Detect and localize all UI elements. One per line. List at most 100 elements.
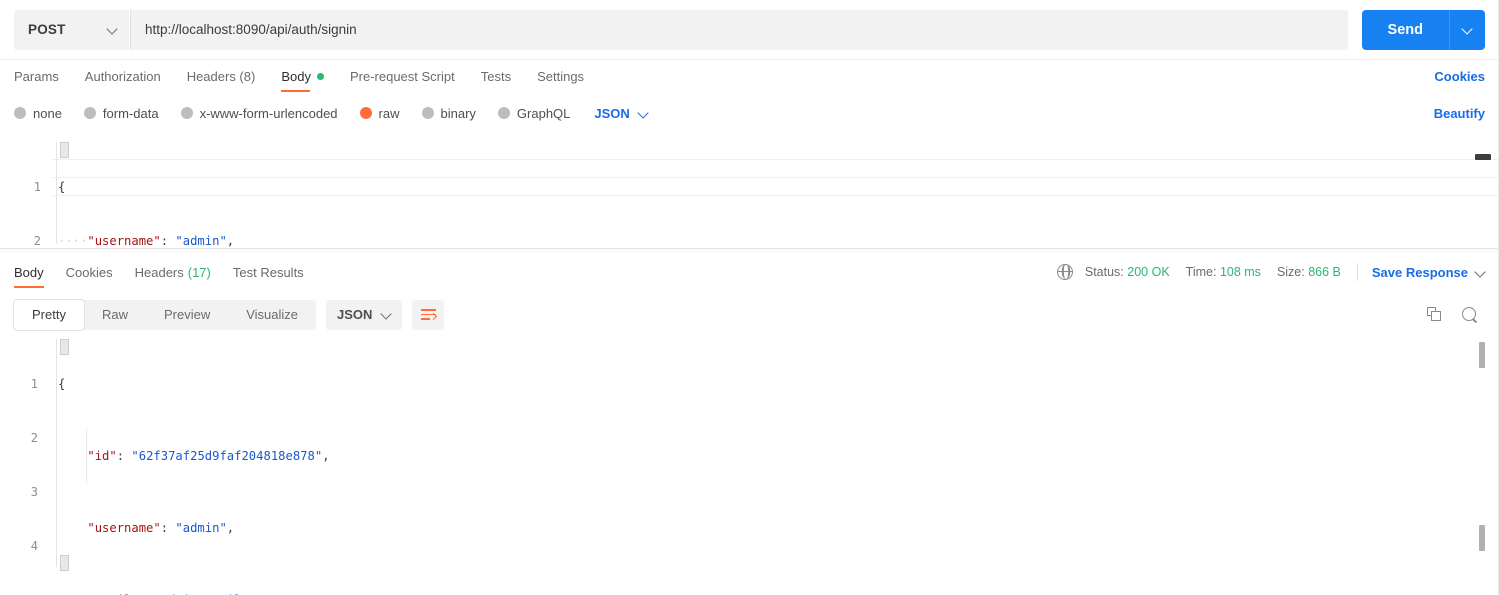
view-raw[interactable]: Raw bbox=[84, 300, 146, 330]
response-meta: Status: 200 OK Time: 108 ms Size: 866 B … bbox=[1056, 263, 1485, 281]
line-number: 2 bbox=[30, 431, 38, 445]
request-tabs: Params Authorization Headers (8) Body Pr… bbox=[0, 60, 1499, 92]
radio-icon bbox=[180, 107, 193, 119]
chevron-down-icon bbox=[382, 310, 391, 319]
code-token: , bbox=[226, 234, 235, 248]
json-value: "admin" bbox=[175, 521, 227, 535]
view-preview[interactable]: Preview bbox=[146, 300, 228, 330]
headers-count: (17) bbox=[187, 264, 211, 280]
response-format-label: JSON bbox=[337, 307, 373, 322]
tab-label: Headers (8) bbox=[186, 68, 256, 84]
globe-icon bbox=[1056, 264, 1073, 280]
fold-guide bbox=[56, 142, 57, 244]
tab-params[interactable]: Params bbox=[14, 60, 59, 92]
status-item: Status: 200 OK bbox=[1085, 265, 1170, 279]
body-format-select[interactable]: JSON bbox=[594, 106, 647, 121]
json-key: "username" bbox=[87, 521, 161, 535]
tab-label: Cookies bbox=[65, 264, 113, 280]
response-gutter: 1 2 3 4 5 6 7 8 9 10 11 12 bbox=[0, 339, 48, 595]
http-method-select[interactable]: POST bbox=[14, 9, 129, 50]
code-token: : bbox=[116, 449, 132, 463]
time-item: Time: 108 ms bbox=[1186, 265, 1261, 279]
beautify-link[interactable]: Beautify bbox=[1434, 106, 1485, 121]
request-editor-code[interactable]: { ····"username": "admin", ····"password… bbox=[58, 142, 1469, 248]
body-type-x-www-form-urlencoded[interactable]: x-www-form-urlencoded bbox=[180, 106, 338, 121]
tab-label: Test Results bbox=[232, 264, 304, 280]
radio-label: none bbox=[33, 105, 62, 121]
copy-response-button[interactable] bbox=[1419, 300, 1449, 330]
code-line: "username": "admin", bbox=[58, 519, 1469, 537]
radio-label: GraphQL bbox=[516, 105, 571, 121]
body-type-binary[interactable]: binary bbox=[421, 106, 476, 121]
view-visualize[interactable]: Visualize bbox=[228, 300, 316, 330]
response-tab-cookies[interactable]: Cookies bbox=[66, 256, 113, 288]
response-scrollbar-thumb-bottom[interactable] bbox=[1479, 525, 1485, 551]
response-scrollbar-thumb-top[interactable] bbox=[1479, 342, 1485, 368]
code-token: , bbox=[322, 449, 330, 463]
tab-label: Tests bbox=[480, 68, 512, 84]
tab-label: Pre-request Script bbox=[349, 68, 455, 84]
tab-settings[interactable]: Settings bbox=[537, 60, 584, 92]
line-number: 2 bbox=[33, 234, 41, 248]
code-token: : bbox=[160, 234, 176, 248]
response-view-toolbar: Pretty Raw Preview Visualize JSON bbox=[0, 292, 1499, 337]
cookies-link[interactable]: Cookies bbox=[1434, 69, 1485, 84]
view-pretty[interactable]: Pretty bbox=[14, 299, 84, 330]
request-editor-gutter: 1 2 3 4 bbox=[0, 138, 52, 248]
chevron-down-icon[interactable] bbox=[1476, 268, 1485, 277]
tab-label: Settings bbox=[537, 68, 585, 84]
request-editor-scrollbar-thumb[interactable] bbox=[1475, 154, 1491, 160]
response-tab-headers[interactable]: Headers (17) bbox=[135, 256, 211, 288]
response-format-select[interactable]: JSON bbox=[326, 299, 403, 330]
word-wrap-button[interactable] bbox=[412, 299, 445, 330]
body-type-none[interactable]: none bbox=[14, 106, 62, 121]
response-body-viewer[interactable]: 1 2 3 4 5 6 7 8 9 10 11 12 { "id": "62f3… bbox=[0, 337, 1499, 595]
body-type-raw[interactable]: raw bbox=[359, 105, 400, 121]
tab-tests[interactable]: Tests bbox=[481, 60, 511, 92]
response-code[interactable]: { "id": "62f37af25d9faf204818e878", "use… bbox=[58, 339, 1469, 595]
body-present-dot-icon bbox=[316, 72, 324, 80]
request-url-input[interactable]: http://localhost:8090/api/auth/signin bbox=[130, 9, 1348, 50]
tab-headers[interactable]: Headers (8) bbox=[187, 60, 256, 92]
response-tabs: Body Cookies Headers (17) Test Results S… bbox=[0, 256, 1499, 288]
json-key: "id" bbox=[87, 449, 117, 463]
tab-label: Headers bbox=[134, 264, 184, 280]
size-item: Size: 866 B bbox=[1277, 265, 1341, 279]
radio-icon bbox=[83, 107, 96, 119]
status-value: 200 OK bbox=[1127, 265, 1170, 279]
line-number: 1 bbox=[33, 180, 41, 194]
radio-icon bbox=[421, 107, 434, 119]
body-format-label: JSON bbox=[594, 105, 630, 121]
indent-dots: ···· bbox=[58, 234, 88, 248]
search-response-button[interactable] bbox=[1455, 300, 1485, 330]
tab-authorization[interactable]: Authorization bbox=[85, 60, 161, 92]
radio-label: form-data bbox=[102, 105, 159, 121]
radio-label: raw bbox=[378, 105, 400, 121]
send-button[interactable]: Send bbox=[1361, 9, 1449, 50]
request-body-editor[interactable]: 1 2 3 4 { ····"username": "admin", ····"… bbox=[0, 138, 1499, 248]
save-response-button[interactable]: Save Response bbox=[1372, 265, 1468, 280]
code-line: "id": "62f37af25d9faf204818e878", bbox=[58, 447, 1469, 465]
radio-selected-icon bbox=[359, 107, 372, 119]
json-value: "62f37af25d9faf204818e878" bbox=[131, 449, 323, 463]
send-options-button[interactable] bbox=[1449, 9, 1485, 50]
size-value: 866 B bbox=[1308, 265, 1341, 279]
word-wrap-icon bbox=[420, 309, 437, 320]
tab-pre-request-script[interactable]: Pre-request Script bbox=[350, 60, 455, 92]
code-token: { bbox=[58, 377, 66, 391]
fold-guide bbox=[56, 339, 57, 567]
copy-icon bbox=[1426, 307, 1442, 322]
code-token: : bbox=[160, 521, 176, 535]
body-type-graphql[interactable]: GraphQL bbox=[497, 105, 571, 121]
json-value: "admin" bbox=[175, 234, 227, 248]
response-tab-body[interactable]: Body bbox=[14, 256, 44, 288]
search-icon bbox=[1462, 306, 1478, 323]
time-label: Time: bbox=[1185, 265, 1217, 279]
tab-body[interactable]: Body bbox=[281, 60, 324, 92]
body-type-selector: none form-data x-www-form-urlencoded raw… bbox=[0, 96, 1499, 130]
code-line: { bbox=[58, 375, 1469, 393]
body-type-form-data[interactable]: form-data bbox=[83, 105, 159, 121]
code-line: "email": "admin@gmail.com", bbox=[58, 591, 1469, 595]
response-tab-test-results[interactable]: Test Results bbox=[233, 256, 304, 288]
